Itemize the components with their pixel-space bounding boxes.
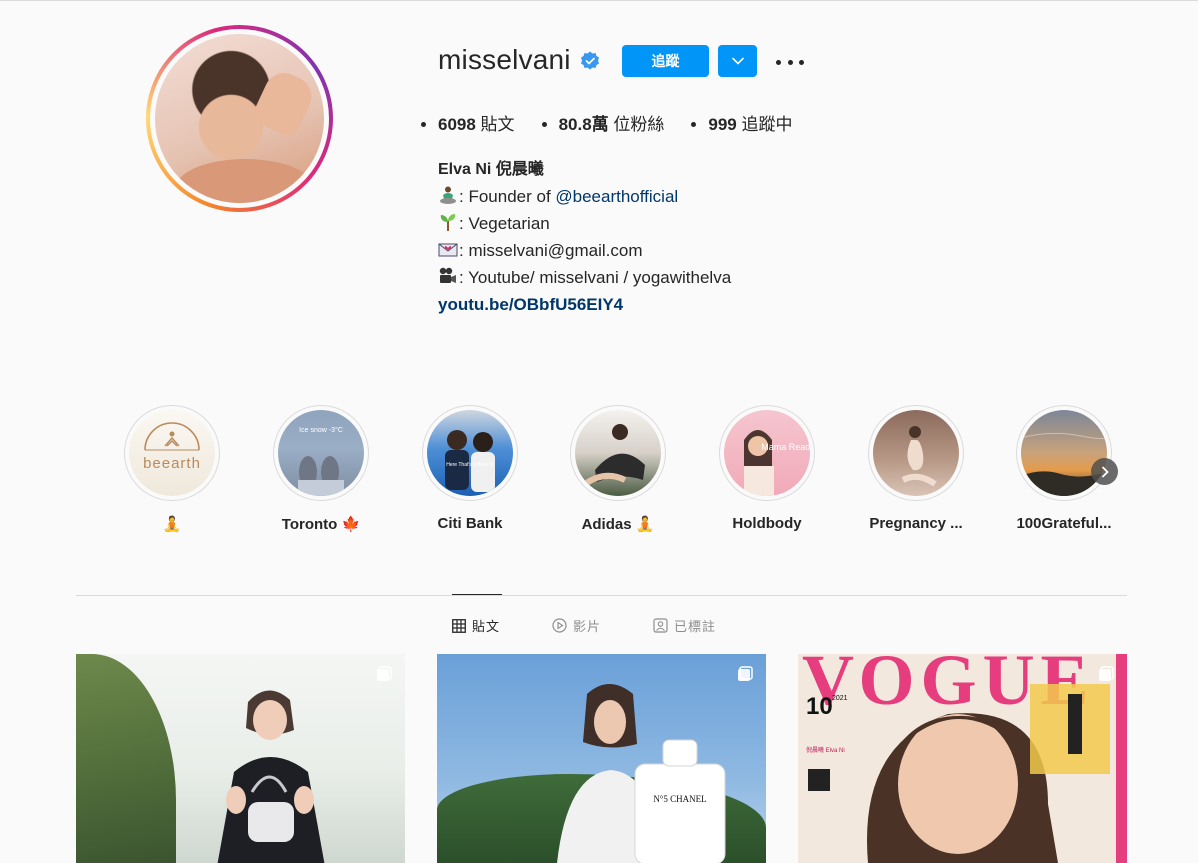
post-thumbnail[interactable]: VOGUE 10 2021 倪晨曦 Elva Ni	[798, 654, 1127, 863]
followers-link[interactable]: 80.8萬 位粉絲	[559, 110, 665, 135]
suggested-dropdown-button[interactable]	[718, 45, 757, 77]
svg-text:Here That's a Bank is: Here That's a Bank is	[446, 462, 494, 468]
profile-full-name: Elva Ni 倪晨曦	[438, 161, 544, 178]
profile-bio: Elva Ni 倪晨曦 : Founder of @beearthofficia…	[438, 156, 731, 318]
bio-line-vegetarian: : Vegetarian	[438, 210, 731, 237]
bio-external-link[interactable]: youtu.be/OBbfU56EIY4	[438, 295, 623, 314]
carousel-icon	[738, 666, 753, 681]
highlight-label: 🧘	[162, 516, 182, 533]
grid-icon	[452, 618, 466, 633]
tab-posts[interactable]: 貼文	[452, 616, 500, 635]
highlight-pregnancy[interactable]: Pregnancy ...	[868, 405, 964, 532]
highlight-label: Citi Bank	[437, 515, 503, 532]
beearth-logo-icon: beearth	[143, 422, 201, 472]
highlight-beearth[interactable]: beearth 🧘	[124, 405, 220, 533]
bio-line-email: : misselvani@gmail.com	[438, 237, 731, 264]
bio-line-youtube: : Youtube/ misselvani / yogawithelva	[438, 264, 731, 291]
bio-line-founder: : Founder of @beearthofficial	[438, 183, 731, 210]
highlight-toronto[interactable]: Ice snow -3°C Toronto 🍁	[273, 405, 369, 533]
post-image: N°5 CHANEL	[557, 684, 726, 863]
profile-username: misselvani	[438, 44, 571, 75]
post-image: VOGUE 10 2021 倪晨曦 Elva Ni	[798, 654, 1127, 863]
highlight-label: Toronto 🍁	[281, 516, 361, 533]
chevron-down-icon	[731, 57, 744, 65]
tabs-divider	[76, 595, 1127, 596]
more-options-icon[interactable]	[776, 52, 804, 72]
highlights-next-button[interactable]	[1091, 458, 1118, 485]
top-border	[0, 0, 1198, 1]
post-thumbnail[interactable]	[76, 654, 405, 863]
following-link[interactable]: 999 追蹤中	[708, 110, 792, 135]
highlight-label: 100Grateful...	[1016, 515, 1112, 532]
svg-text:2021: 2021	[832, 695, 848, 702]
post-thumbnail[interactable]: N°5 CHANEL	[437, 654, 766, 863]
highlight-label: Holdbody	[732, 515, 802, 532]
love-letter-icon	[438, 243, 458, 257]
chevron-right-icon	[1101, 466, 1109, 477]
movie-camera-icon	[439, 267, 456, 283]
svg-text:beearth: beearth	[143, 455, 201, 472]
person-meditating-icon	[440, 186, 456, 204]
highlight-label: Pregnancy ...	[869, 515, 963, 532]
profile-avatar[interactable]	[146, 25, 333, 212]
carousel-icon	[1099, 666, 1114, 681]
verified-badge-icon	[581, 51, 599, 70]
tab-videos[interactable]: 影片	[552, 616, 601, 635]
profile-tabs: 貼文 影片 已標註	[452, 616, 768, 635]
active-tab-indicator	[452, 594, 502, 595]
carousel-icon	[377, 666, 392, 681]
posts-count: 6098 貼文	[438, 110, 515, 135]
seedling-icon	[440, 214, 456, 231]
highlight-100grateful[interactable]: 100Grateful...	[1016, 405, 1112, 532]
svg-text:Mama Ready: Mama Ready	[761, 442, 810, 452]
highlight-holdbody[interactable]: Mama Ready Holdbody	[719, 405, 815, 532]
profile-stats: 6098 貼文 80.8萬 位粉絲 999 追蹤中	[438, 110, 837, 135]
story-highlights: beearth 🧘 Ice snow -3°C Toronto 🍁 Here T…	[124, 405, 1124, 545]
highlight-citi-bank[interactable]: Here That's a Bank is Citi Bank	[422, 405, 518, 532]
svg-text:N°5 CHANEL: N°5 CHANEL	[653, 794, 706, 804]
play-icon	[552, 618, 567, 633]
tab-tagged[interactable]: 已標註	[653, 616, 716, 635]
highlight-adidas[interactable]: Adidas 🧘	[570, 405, 666, 533]
svg-text:10: 10	[806, 693, 833, 720]
post-image	[217, 690, 325, 863]
avatar-image	[155, 34, 324, 203]
highlight-label: Adidas 🧘	[581, 516, 655, 533]
tagged-icon	[653, 618, 668, 633]
svg-text:倪晨曦 Elva Ni: 倪晨曦 Elva Ni	[806, 746, 845, 754]
follow-button[interactable]: 追蹤	[622, 45, 709, 77]
svg-text:Ice snow -3°C: Ice snow -3°C	[299, 426, 343, 434]
founder-mention-link[interactable]: @beearthofficial	[555, 187, 678, 206]
